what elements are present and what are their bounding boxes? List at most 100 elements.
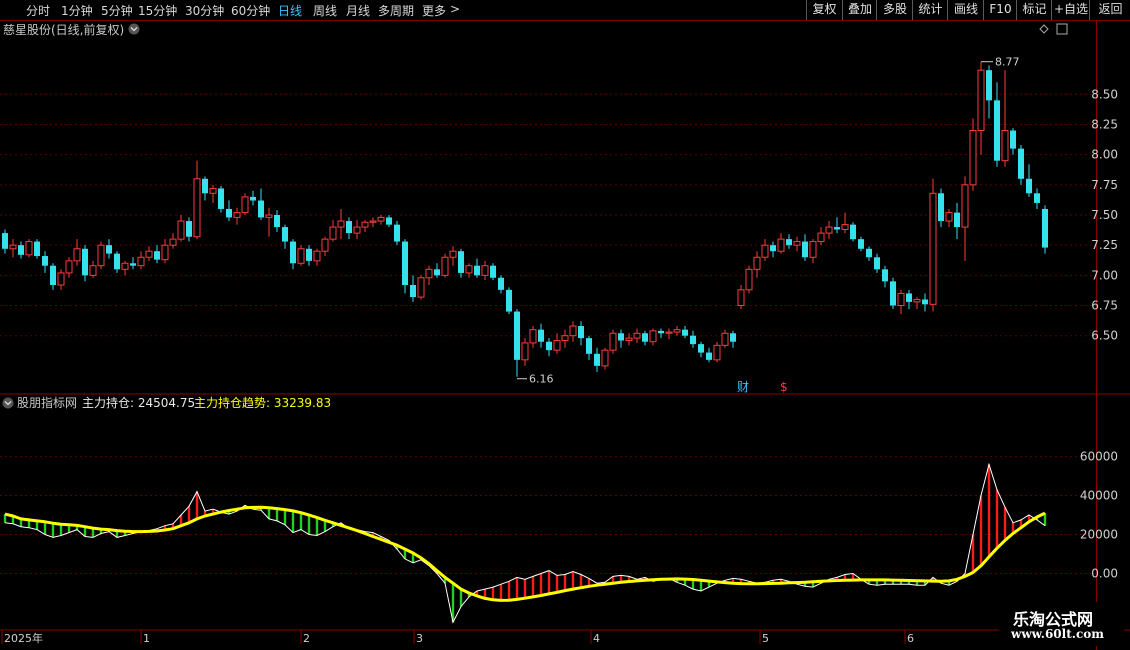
candle-body xyxy=(561,335,569,342)
x-axis-label: 2025年 xyxy=(4,631,43,645)
candle-body xyxy=(913,298,921,303)
candle-body xyxy=(969,130,977,186)
candle-body xyxy=(529,329,537,344)
candle-body xyxy=(890,281,896,306)
candle-body xyxy=(186,221,192,237)
candle-body xyxy=(730,333,736,342)
x-axis-label: 5 xyxy=(762,632,769,645)
toolbar-button-1[interactable]: 叠加 xyxy=(842,0,877,20)
indicator-title: 股朋指标网 xyxy=(17,395,77,410)
candle-body xyxy=(850,224,856,240)
period-tab-8[interactable]: 月线 xyxy=(346,2,370,19)
candle-body xyxy=(521,342,529,361)
period-tab-4[interactable]: 30分钟 xyxy=(185,2,224,19)
candle-body xyxy=(57,272,65,286)
x-axis-label: 4 xyxy=(593,632,600,645)
trend-label: 主力持仓趋势: 33239.83 xyxy=(194,395,331,410)
candle-body xyxy=(481,265,489,276)
candle-body xyxy=(1042,208,1048,248)
candle-body xyxy=(218,188,224,209)
candle-body xyxy=(802,241,808,258)
period-tab-3[interactable]: 15分钟 xyxy=(138,2,177,19)
candle-body xyxy=(386,217,392,225)
candle-body xyxy=(1026,178,1032,194)
price-tick-label: 8.00 xyxy=(1091,148,1118,162)
x-axis-label: 6 xyxy=(907,632,914,645)
candle-body xyxy=(177,220,185,240)
candle-body xyxy=(929,192,937,305)
candle-body xyxy=(761,244,769,258)
high-price-label: 8.77 xyxy=(995,56,1020,69)
candle-body xyxy=(361,221,369,228)
candle-body xyxy=(906,293,912,302)
candle-body xyxy=(713,344,721,361)
period-tab-6[interactable]: 日线 xyxy=(278,2,302,19)
candle-body xyxy=(89,265,97,276)
toolbar-button-4[interactable]: 画线 xyxy=(947,0,984,20)
top-toolbar: 分时 1分钟 5分钟 15分钟 30分钟 60分钟 日线 周线 月线 多周期 更多 > 复权 叠加 多股统… xyxy=(0,0,1130,21)
period-tab-10[interactable]: 更多 xyxy=(422,2,446,19)
dollar-marker: $ xyxy=(780,380,788,394)
candle-body xyxy=(809,241,817,258)
candle-body xyxy=(313,250,321,262)
candle-body xyxy=(994,100,1000,161)
candle-body xyxy=(458,251,464,273)
candle-body xyxy=(945,212,953,222)
candle-body xyxy=(586,338,592,354)
candle-body xyxy=(410,285,416,298)
candle-body xyxy=(961,184,969,228)
period-tab-1[interactable]: 1分钟 xyxy=(61,2,93,19)
candle-body xyxy=(938,193,944,222)
toolbar-button-5[interactable]: F10 xyxy=(983,0,1017,20)
candle-body xyxy=(297,248,305,264)
toolbar-button-0[interactable]: 复权 xyxy=(806,0,842,20)
candle-body xyxy=(546,341,552,351)
toolbar-button-2[interactable]: 多股 xyxy=(876,0,913,20)
candle-body xyxy=(50,265,56,285)
candle-body xyxy=(417,277,425,298)
main-hold-label: 主力持仓: 24504.75 xyxy=(82,395,195,410)
period-tab-0[interactable]: 分时 xyxy=(26,2,50,19)
candle-body xyxy=(441,256,449,276)
period-tab-2[interactable]: 5分钟 xyxy=(101,2,133,19)
candle-body xyxy=(777,238,785,252)
candle-body xyxy=(841,224,849,230)
watermark-url: www.60lt.com xyxy=(1011,627,1104,641)
candle-body xyxy=(369,220,377,223)
candle-body xyxy=(274,215,280,228)
price-tick-label: 6.75 xyxy=(1091,299,1118,313)
candle-body xyxy=(569,325,577,337)
candle-body xyxy=(825,226,833,234)
period-tab-7[interactable]: 周线 xyxy=(313,2,337,19)
price-tick-label: 8.50 xyxy=(1091,87,1118,101)
candle-body xyxy=(394,224,400,242)
period-tab-5[interactable]: 60分钟 xyxy=(231,2,270,19)
candle-body xyxy=(817,232,825,243)
candle-body xyxy=(649,330,657,343)
price-tick-label: 7.50 xyxy=(1091,208,1118,222)
candle-body xyxy=(121,262,129,270)
indicator-chevron-icon xyxy=(2,397,14,409)
period-tab-9[interactable]: 多周期 xyxy=(378,2,414,19)
toolbar-button-3[interactable]: 统计 xyxy=(912,0,948,20)
candle-body xyxy=(490,265,496,278)
diamond-icon xyxy=(1039,24,1049,34)
candle-body xyxy=(154,251,160,260)
more-arrow-icon[interactable]: > xyxy=(450,2,460,16)
toolbar-button-7[interactable]: +自选 xyxy=(1051,0,1090,20)
candle-body xyxy=(538,329,544,342)
x-axis-label: 2 xyxy=(303,632,310,645)
candle-body xyxy=(258,200,264,218)
candle-body xyxy=(1018,148,1024,179)
candle-body xyxy=(449,250,457,258)
price-tick-label: 7.00 xyxy=(1091,268,1118,282)
indicator-tick-label: 40000 xyxy=(1080,489,1118,503)
candle-body xyxy=(161,244,169,261)
toolbar-button-6[interactable]: 标记 xyxy=(1016,0,1052,20)
candle-body xyxy=(73,248,81,262)
toolbar-button-8[interactable]: 返回 xyxy=(1089,0,1130,20)
candle-body xyxy=(65,260,73,274)
candle-body xyxy=(233,212,241,218)
candle-body xyxy=(594,353,600,366)
candle-body xyxy=(753,256,761,270)
